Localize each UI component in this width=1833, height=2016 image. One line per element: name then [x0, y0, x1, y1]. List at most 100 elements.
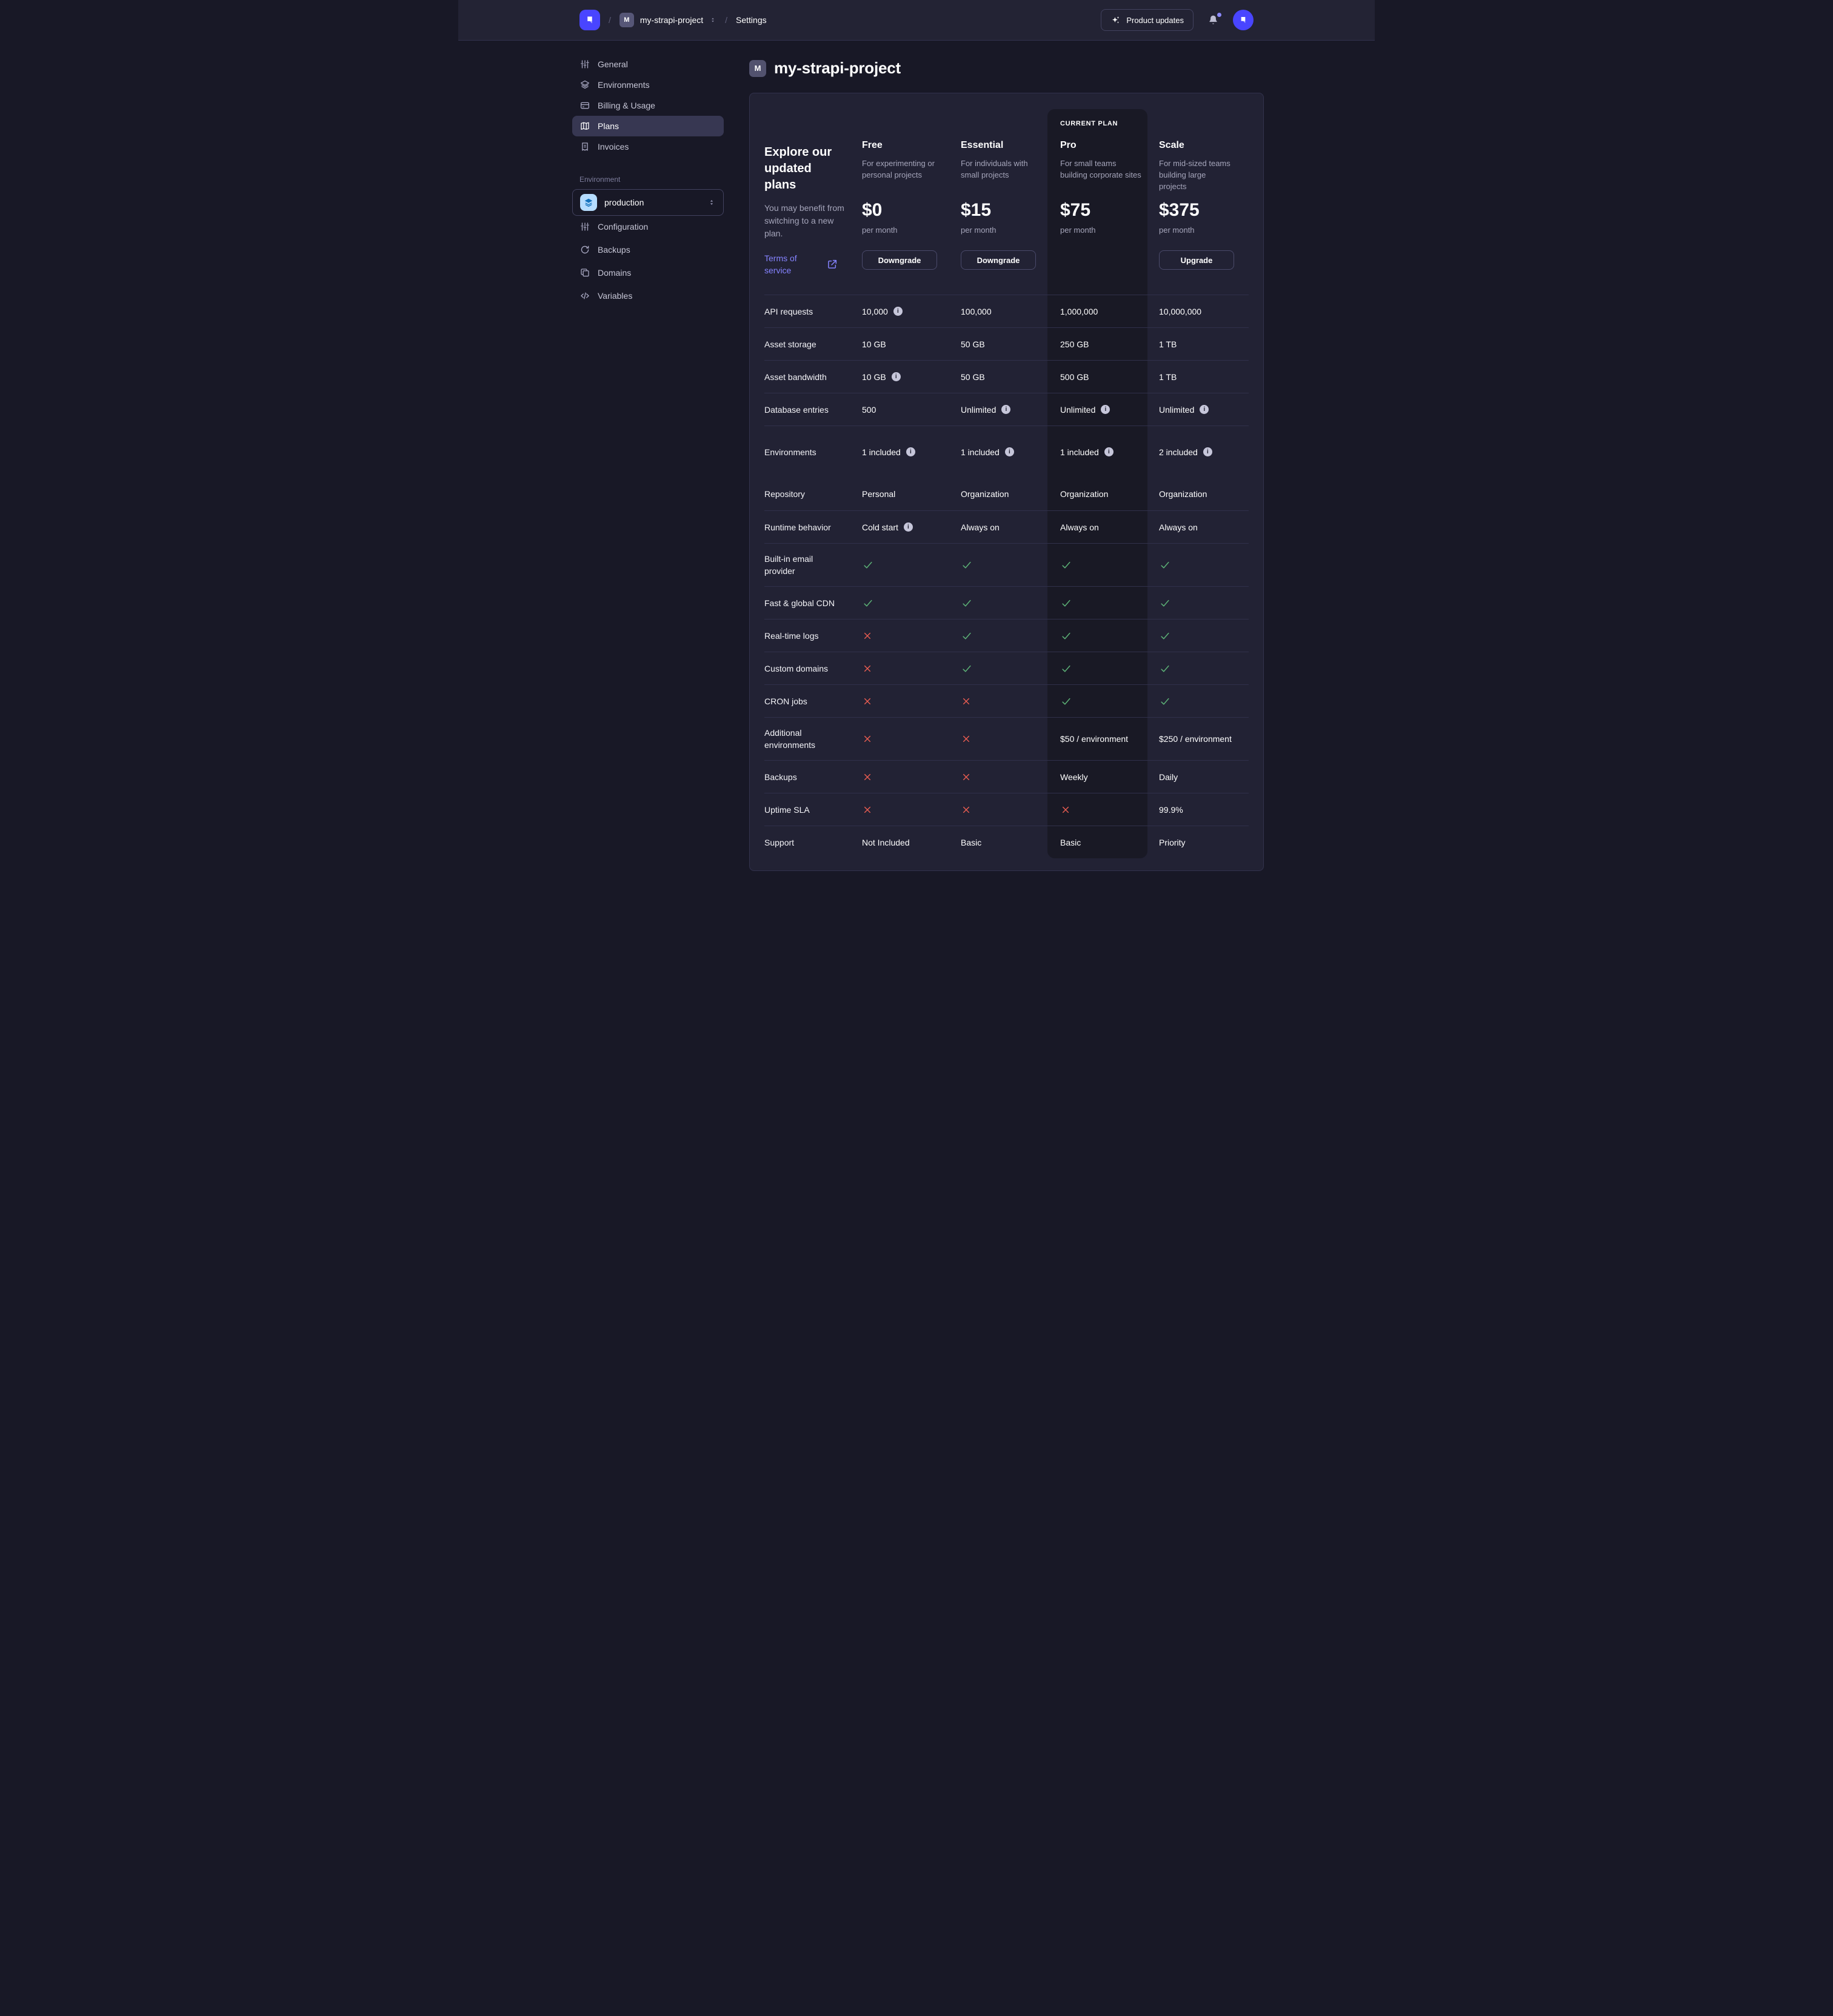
feature-value-essential: Unlimitedi	[961, 405, 1060, 415]
feature-value-text: 2 included	[1159, 447, 1198, 457]
feature-value-scale	[1159, 597, 1249, 609]
feature-label: Asset bandwidth	[764, 371, 862, 383]
sidebar-nav: GeneralEnvironmentsBilling & UsagePlans I…	[572, 54, 724, 157]
info-icon[interactable]: i	[892, 372, 901, 381]
feature-value-free: Personal	[862, 489, 961, 499]
feature-value-free	[862, 696, 961, 707]
info-icon[interactable]: i	[1101, 405, 1110, 414]
feature-value-essential	[961, 733, 1060, 744]
check-icon	[1159, 597, 1171, 609]
feature-value-essential: 50 GB	[961, 339, 1060, 349]
product-updates-button[interactable]: Product updates	[1101, 9, 1194, 31]
feature-value-pro: Organization	[1060, 489, 1159, 499]
check-icon	[1060, 559, 1072, 571]
info-icon[interactable]: i	[1200, 405, 1209, 414]
sidebar-item-billing-usage[interactable]: Billing & Usage	[572, 95, 724, 116]
feature-value-pro: Always on	[1060, 522, 1159, 532]
user-avatar[interactable]	[1233, 10, 1254, 30]
feature-value-text: Cold start	[862, 522, 898, 532]
feature-label: Repository	[764, 488, 862, 500]
strapi-logo[interactable]	[579, 10, 600, 30]
feature-value-scale	[1159, 663, 1249, 675]
feature-value-text: 10,000	[862, 307, 888, 316]
info-icon[interactable]: i	[1203, 447, 1212, 456]
feature-value-text: 1 included	[862, 447, 901, 457]
breadcrumb-separator: /	[725, 15, 727, 25]
feature-value-scale: 99.9%	[1159, 805, 1249, 815]
breadcrumb-settings[interactable]: Settings	[736, 15, 767, 25]
feature-value-scale: Priority	[1159, 838, 1249, 847]
sidebar-item-environments[interactable]: Environments	[572, 75, 724, 95]
feature-value-text: 50 GB	[961, 339, 985, 349]
feature-value-text: Basic	[961, 838, 981, 847]
sidebar-item-label: Invoices	[598, 142, 629, 152]
info-icon[interactable]: i	[906, 447, 915, 456]
feature-value-text: 500	[862, 405, 876, 415]
page-title: my-strapi-project	[774, 59, 901, 78]
feature-value-text: Not Included	[862, 838, 910, 847]
feature-value-text: 10 GB	[862, 339, 886, 349]
sidebar-item-label: Variables	[598, 291, 632, 301]
cross-icon	[862, 630, 873, 641]
notifications-bell[interactable]	[1207, 14, 1220, 27]
feature-value-scale: Unlimitedi	[1159, 405, 1249, 415]
feature-value-free	[862, 630, 961, 641]
info-icon[interactable]: i	[1104, 447, 1113, 456]
info-icon[interactable]: i	[1005, 447, 1014, 456]
feature-value-essential	[961, 804, 1060, 815]
feature-value-text: 500 GB	[1060, 372, 1089, 382]
external-link-icon[interactable]	[826, 258, 838, 270]
cross-icon	[961, 804, 972, 815]
check-icon	[1159, 630, 1171, 642]
sidebar-item-invoices[interactable]: Invoices	[572, 136, 724, 157]
plan-period: per month	[1159, 225, 1234, 235]
feature-label: Asset storage	[764, 338, 862, 350]
strapi-logo-icon	[584, 15, 595, 25]
environment-select[interactable]: production	[572, 189, 724, 216]
upgrade-button-scale[interactable]: Upgrade	[1159, 250, 1234, 270]
code-icon	[579, 290, 590, 301]
info-icon[interactable]: i	[893, 307, 903, 316]
plan-name: Pro	[1060, 139, 1144, 152]
downgrade-button-free[interactable]: Downgrade	[862, 250, 937, 270]
feature-value-pro: Unlimitedi	[1060, 405, 1159, 415]
feature-value-pro	[1060, 630, 1159, 642]
environment-section-label: Environment	[579, 175, 724, 184]
feature-row-real-time-logs: Real-time logs	[764, 619, 1249, 652]
info-icon[interactable]: i	[904, 522, 913, 532]
downgrade-button-essential[interactable]: Downgrade	[961, 250, 1036, 270]
feature-value-pro: Basic	[1060, 838, 1159, 847]
feature-value-text: Always on	[1060, 522, 1099, 532]
feature-value-text: 1 included	[961, 447, 1000, 457]
plan-description: For individuals with small projects	[961, 158, 1046, 195]
feature-value-scale: Always on	[1159, 522, 1249, 532]
breadcrumb-project-switcher[interactable]: M my-strapi-project	[619, 13, 716, 27]
layers-icon	[579, 79, 590, 90]
current-plan-badge-empty	[862, 120, 946, 129]
plans-card: Explore our updated plans You may benefi…	[749, 93, 1264, 871]
sidebar: GeneralEnvironmentsBilling & UsagePlans I…	[572, 54, 724, 871]
feature-value-essential: 1 included i	[961, 447, 1060, 457]
info-icon[interactable]: i	[1001, 405, 1010, 414]
feature-value-essential	[961, 559, 1060, 571]
sidebar-env-item-configuration[interactable]: Configuration	[572, 216, 724, 237]
feature-value-text: $50 / environment	[1060, 734, 1128, 744]
terms-of-service-link[interactable]: Terms of service	[764, 252, 808, 276]
sidebar-env-item-backups[interactable]: Backups	[572, 239, 724, 260]
feature-value-free	[862, 663, 961, 674]
sidebar-item-plans[interactable]: Plans	[572, 116, 724, 136]
feature-value-scale	[1159, 559, 1249, 571]
check-icon	[1159, 695, 1171, 707]
feature-value-essential	[961, 663, 1060, 675]
page-header: M my-strapi-project	[749, 59, 1264, 78]
sidebar-env-item-domains[interactable]: Domains	[572, 262, 724, 283]
topbar: / M my-strapi-project / Settings Product…	[458, 0, 1375, 41]
feature-value-essential: Always on	[961, 522, 1060, 532]
cross-icon	[862, 804, 873, 815]
sidebar-env-item-variables[interactable]: Variables	[572, 285, 724, 306]
plan-description: For mid-sized teams building large proje…	[1159, 158, 1234, 195]
feature-value-text: 99.9%	[1159, 805, 1183, 815]
project-badge: M	[619, 13, 634, 27]
sidebar-item-general[interactable]: General	[572, 54, 724, 75]
check-icon	[961, 630, 973, 642]
